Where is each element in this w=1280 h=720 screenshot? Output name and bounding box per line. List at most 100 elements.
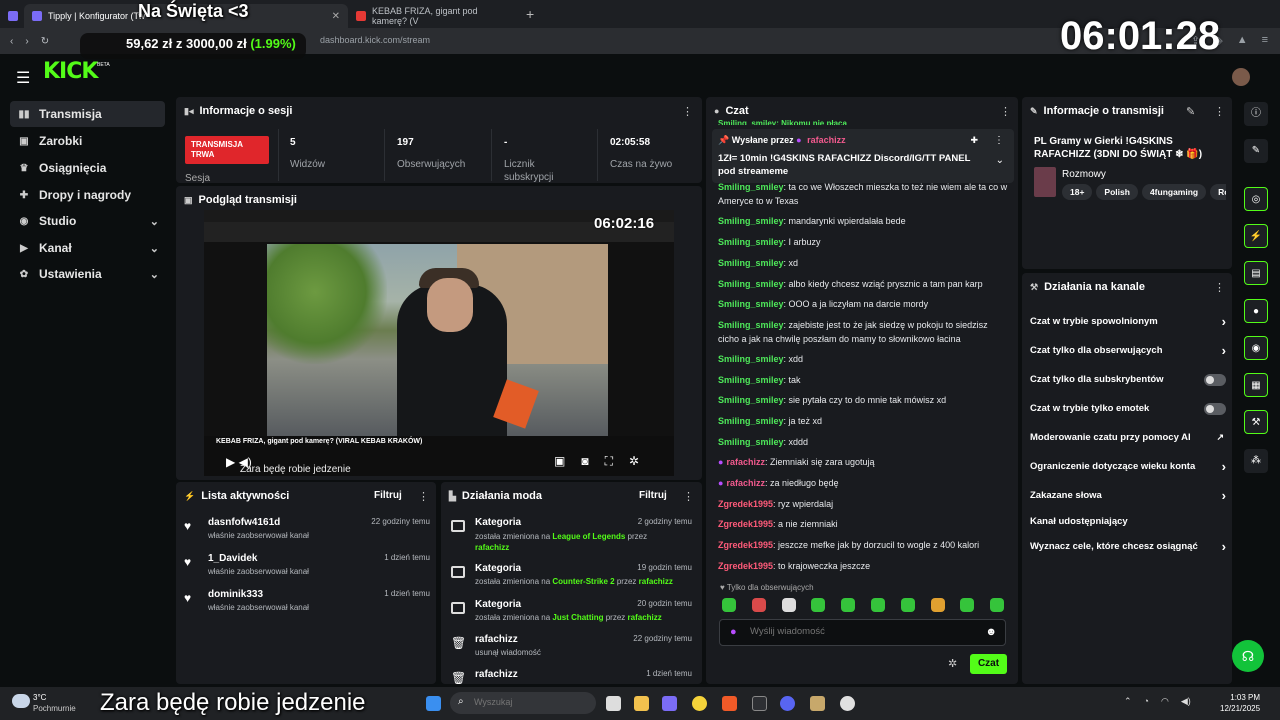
menu-icon[interactable]: ≡	[1262, 34, 1268, 47]
mod-category[interactable]: Just Chatting	[552, 613, 603, 622]
tab-extra[interactable]	[0, 4, 24, 28]
kick-logo[interactable]: KICK	[43, 59, 98, 84]
chevron-down-icon[interactable]: ⌄	[996, 155, 1004, 166]
weather-temp[interactable]: 3°C	[33, 693, 46, 702]
channel-action-item[interactable]: Moderowanie czatu przy pomocy AI ↗	[1030, 432, 1226, 448]
explorer-icon[interactable]	[634, 696, 649, 711]
mod-user[interactable]: rafachizz	[475, 669, 518, 680]
app3-icon[interactable]	[810, 696, 825, 711]
kebab-icon[interactable]: ⋮	[682, 105, 693, 118]
clip-icon[interactable]: ▣	[554, 454, 565, 469]
emote-icon[interactable]	[871, 598, 885, 612]
chat-input-box[interactable]: ● ☻	[719, 619, 1006, 646]
list-icon[interactable]: ▤	[1244, 261, 1268, 285]
sidebar-item-transmisja[interactable]: ▮▮ Transmisja	[10, 101, 165, 127]
kebab-icon[interactable]: ⋮	[683, 490, 694, 503]
emote-icon[interactable]	[751, 598, 766, 612]
chat-username[interactable]: Zgredek1995	[718, 519, 773, 529]
channel-action-item[interactable]: Ograniczenie dotyczące wieku konta ›	[1030, 459, 1226, 477]
apps-icon[interactable]: ⁂	[1244, 449, 1268, 473]
kebab-icon[interactable]: ⋮	[1214, 281, 1225, 294]
emote-icon[interactable]	[841, 598, 856, 612]
chat-username[interactable]: rafachizz	[726, 457, 765, 467]
mod-category[interactable]: Counter-Strike 2	[552, 577, 614, 586]
mod-user[interactable]: rafachizz	[639, 577, 673, 586]
back-icon[interactable]: ‹	[10, 36, 13, 47]
fullscreen-icon[interactable]: ⛶	[605, 454, 613, 469]
chat-username[interactable]: Zgredek1995	[718, 561, 773, 571]
url-field[interactable]: dashboard.kick.com/stream	[320, 35, 430, 45]
chat-username[interactable]: Smiling_smiley	[718, 375, 784, 385]
activity-user[interactable]: dasnfofw4161d	[208, 517, 280, 528]
chat-username[interactable]: Smiling_smiley	[718, 299, 784, 309]
pen-icon[interactable]: ✎	[1244, 139, 1268, 163]
channel-action-item[interactable]: Czat w trybie spowolnionym ›	[1030, 314, 1226, 332]
brave-icon[interactable]	[722, 696, 737, 711]
channel-action-item[interactable]: Czat tylko dla subskrybentów	[1030, 374, 1226, 390]
mod-user[interactable]: rafachizz	[628, 613, 662, 622]
support-icon[interactable]: ☊	[1232, 640, 1264, 672]
emote-icon[interactable]	[960, 598, 975, 612]
windows-icon[interactable]	[426, 696, 441, 711]
pinned-message[interactable]: 📌 Wysłane przez ● rafachizz ✚ ⋮ ⌄ 1Zł= 1…	[712, 129, 1014, 183]
camera-icon[interactable]: ◙	[581, 454, 588, 469]
chat-username[interactable]: Smiling_smiley	[718, 395, 784, 405]
chat-bubble-icon[interactable]: ●	[1244, 299, 1268, 323]
reload-icon[interactable]: ↻	[41, 36, 49, 47]
toggle-switch[interactable]	[1204, 403, 1226, 415]
chat-username[interactable]: rafachizz	[726, 478, 765, 488]
wifi-icon[interactable]: ◠	[1161, 696, 1169, 707]
kebab-icon[interactable]: ⋮	[418, 490, 429, 503]
network-icon[interactable]: ◔	[1144, 696, 1149, 707]
sidebar-item-osiagniecia[interactable]: ♛ Osiągnięcia	[10, 155, 165, 181]
emote-icon[interactable]	[900, 598, 915, 612]
tag[interactable]: Polish	[1096, 184, 1138, 200]
chat-username[interactable]: Smiling_smiley	[718, 416, 784, 426]
sidebar-item-ustawienia[interactable]: ✿ Ustawienia ⌄	[10, 261, 165, 287]
chat-username[interactable]: Zgredek1995	[718, 540, 773, 550]
app-icon[interactable]	[692, 696, 707, 711]
extension-icon[interactable]: ▲	[1237, 34, 1248, 47]
chat-username[interactable]: Smiling_smiley	[718, 320, 784, 330]
chat-username[interactable]: Smiling_smiley	[718, 279, 784, 289]
tab-youtube[interactable]: KEBAB FRIZA, gigant pod kamerę? (V	[348, 4, 518, 28]
new-tab-icon[interactable]: +	[526, 6, 534, 22]
chat-username[interactable]: Smiling_smiley	[718, 258, 784, 268]
info-icon[interactable]: ⓘ	[1244, 102, 1268, 126]
channel-action-item[interactable]: Czat w trybie tylko emotek	[1030, 403, 1226, 419]
chat-username[interactable]: Zgredek1995	[718, 499, 773, 509]
sidebar-item-zarobki[interactable]: ▣ Zarobki	[10, 128, 165, 154]
pencil-icon[interactable]: ✎	[1186, 105, 1195, 118]
send-chat-button[interactable]: Czat	[970, 654, 1007, 674]
channel-action-item[interactable]: Czat tylko dla obserwujących ›	[1030, 343, 1226, 361]
chat-username[interactable]: Smiling_smiley	[718, 237, 784, 247]
unpin-icon[interactable]: ✚	[970, 135, 978, 146]
close-icon[interactable]: ✕	[332, 11, 340, 22]
avatar[interactable]	[1232, 68, 1250, 86]
kebab-icon[interactable]: ⋮	[994, 135, 1004, 146]
chat-username[interactable]: Smiling_smiley	[718, 182, 784, 192]
emoji-icon[interactable]: ☻	[985, 626, 997, 638]
taskbar-search[interactable]: ⌕	[450, 692, 596, 714]
channel-action-item[interactable]: Zakazane słowa ›	[1030, 488, 1226, 506]
layout-icon[interactable]: ▦	[1244, 373, 1268, 397]
chevron-up-icon[interactable]: ⌃	[1124, 696, 1132, 707]
broadcast-icon[interactable]: ◉	[1244, 336, 1268, 360]
discord-icon[interactable]	[780, 696, 795, 711]
obs-icon[interactable]	[840, 696, 855, 711]
stream-category[interactable]: Rozmowy	[1062, 169, 1106, 180]
emote-icon[interactable]	[990, 598, 1005, 612]
sidebar-item-dropy[interactable]: ✚ Dropy i nagrody	[10, 182, 165, 208]
chat-username[interactable]: Smiling_smiley	[718, 354, 784, 364]
emote-icon[interactable]	[930, 598, 945, 612]
weather-desc[interactable]: Pochmurnie	[33, 704, 76, 713]
sidebar-item-studio[interactable]: ◉ Studio ⌄	[10, 208, 165, 234]
filter-button[interactable]: Filtruj	[374, 490, 402, 501]
target-icon[interactable]: ◎	[1244, 187, 1268, 211]
activity-user[interactable]: dominik333	[208, 589, 263, 600]
tag[interactable]: 4fungaming	[1141, 184, 1207, 200]
pinned-user[interactable]: rafachizz	[807, 135, 846, 145]
app2-icon[interactable]	[752, 696, 767, 711]
chat-username[interactable]: Smiling_smiley	[718, 216, 784, 226]
chat-input[interactable]	[750, 626, 970, 637]
